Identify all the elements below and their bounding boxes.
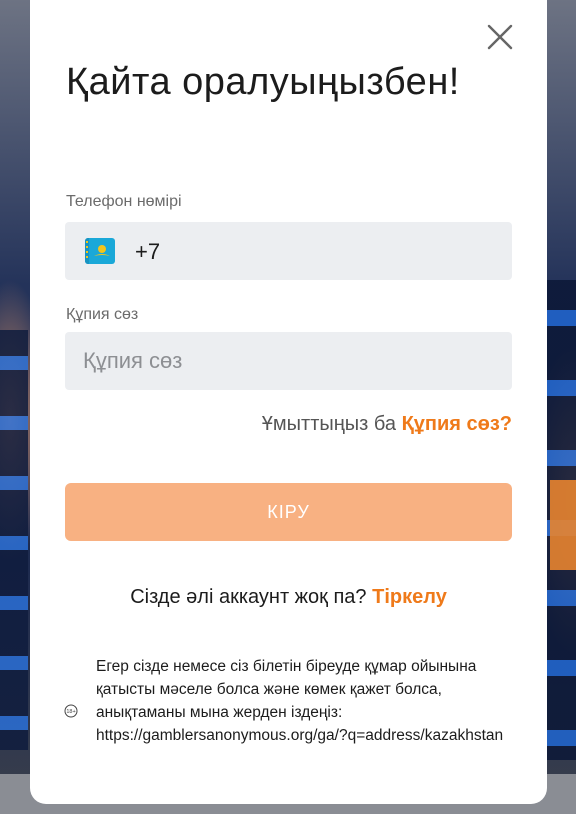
kazakhstan-flag-icon[interactable] (85, 238, 115, 264)
register-text: Сізде әлі аккаунт жоқ па? (130, 586, 367, 608)
close-button[interactable] (487, 24, 513, 50)
page-title: Қайта оралуыңызбен! (66, 61, 460, 103)
phone-prefix[interactable]: +7 (135, 239, 160, 265)
login-modal: Қайта оралуыңызбен! Телефон нөмірі +7 Құ… (30, 0, 547, 804)
age-18-plus-icon: 18+ (64, 704, 78, 718)
phone-label: Телефон нөмірі (66, 193, 182, 210)
register-link[interactable]: Тіркелу (372, 586, 447, 608)
login-button[interactable]: КІРУ (65, 483, 512, 541)
register-row: Сізде әлі аккаунт жоқ па? Тіркелу (30, 586, 547, 609)
responsible-gambling-notice: Егер сізде немесе сіз білетін біреуде құ… (96, 658, 504, 744)
password-input[interactable] (65, 332, 512, 390)
forgot-password-row: Ұмыттыңыз ба Құпия сөз? (262, 413, 512, 436)
forgot-password-text: Ұмыттыңыз ба (261, 413, 396, 435)
svg-text:18+: 18+ (66, 709, 75, 715)
password-label: Құпия сөз (66, 306, 139, 323)
phone-field[interactable]: +7 (65, 222, 512, 280)
close-icon (487, 24, 513, 50)
background-image-left (0, 330, 28, 750)
password-field-wrapper (65, 332, 512, 390)
background-image-accent (550, 480, 576, 570)
forgot-password-link[interactable]: Құпия сөз? (402, 413, 512, 435)
